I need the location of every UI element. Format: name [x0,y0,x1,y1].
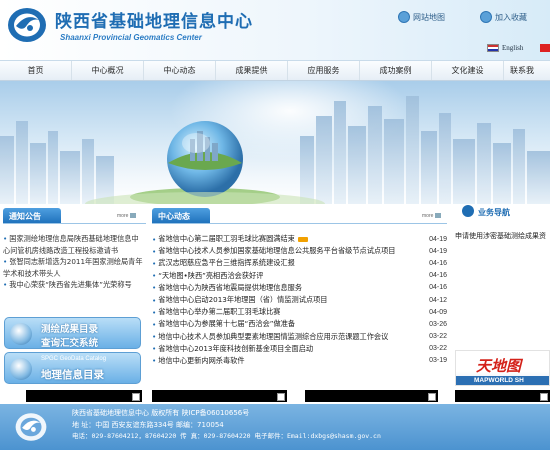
city-skyline-image [0,81,550,204]
news-item[interactable]: • 省地信中心举办第二届职工羽毛球比赛 04-09 [152,306,447,318]
news-item[interactable]: • 省地信中心为陕西省地震局提供地理信息服务 04-16 [152,282,447,294]
cn-flag-icon[interactable] [540,44,550,52]
home-icon [398,11,410,23]
new-badge-icon [297,236,308,242]
mapworld-banner[interactable]: 天地图 MAPWORLD SH [455,350,550,386]
link-select-2[interactable] [152,390,287,402]
list-item[interactable]: 心问管机房线路改造工程投标邀请书 [3,245,146,257]
footer-copyright: 陕西省基础地理信息中心 版权所有 陕ICP备06010656号 [72,409,250,417]
nav-about[interactable]: 中心概况 [72,61,144,80]
center-logo-icon[interactable] [6,6,48,44]
nav-news[interactable]: 中心动态 [144,61,216,80]
site-header: 陕西省基础地理信息中心 Shaanxi Provincial Geomatics… [0,0,550,60]
footer-logo-icon [15,413,47,441]
news-header: 中心动态 [152,208,210,224]
info-icon [462,205,474,217]
news-more-link[interactable]: more [422,213,441,219]
news-item[interactable]: • 省地信中心2013年度科技创新基金项目全面启动 03-22 [152,343,447,355]
notice-list: • 国家测绘地理信息局陕西基础地理信息中 心问管机房线路改造工程投标邀请书 • 张智… [3,233,146,291]
news-item[interactable]: • “天地图•陕西”亮相西洽会获好评 04-16 [152,270,447,282]
geodata-catalog-button[interactable]: SPGC GeoData Catalog 地理信息目录 [4,352,141,384]
guide-link[interactable]: 申请使用涉密基础测绘成果资 [455,231,546,241]
list-item[interactable]: • 我中心荣获“陕西省先进集体”光荣称号 [3,279,146,291]
english-link[interactable]: English [487,44,523,52]
footer-address: 地 址：中国 西安友谊东路334号 邮编：710054 [72,420,224,429]
site-subtitle-en: Shaanxi Provincial Geomatics Center [60,33,202,42]
nav-contact[interactable]: 联系我 [504,61,550,80]
news-item[interactable]: • 省地信中心为参展第十七届“西洽会”做准备 03-26 [152,318,447,330]
globe-icon [10,358,32,380]
list-item[interactable]: 学术和技术带头人 [3,268,146,280]
nav-services[interactable]: 应用服务 [288,61,360,80]
link-select-1[interactable] [26,390,142,402]
news-item[interactable]: • 省地信中心技术人员参加国家基础地理信息公共服务平台省级节点试点项目 04-19 [152,245,447,257]
sitemap-link[interactable]: 网站地图 [398,11,445,23]
business-guide-title: 业务导航 [478,208,510,217]
list-item[interactable]: • 张智同志新增选为2011年国家测绘局青年 [3,256,146,268]
link-select-4[interactable] [455,390,550,402]
list-item[interactable]: • 国家测绘地理信息局陕西基础地理信息中 [3,233,146,245]
globe-icon [10,323,32,345]
news-item[interactable]: • 武汉志昭慈应急平台三维指挥系统建设汇报 04-16 [152,257,447,269]
uk-flag-icon [487,44,499,52]
results-catalog-button[interactable]: 测绘成果目录 查询汇交系统 [4,317,141,349]
hero-banner [0,81,550,204]
star-icon [480,11,492,23]
notice-more-link[interactable]: more [117,213,136,219]
nav-home[interactable]: 首页 [0,61,72,80]
link-select-3[interactable] [305,390,438,402]
footer-info: 陕西省基础地理信息中心 版权所有 陕ICP备06010656号 地 址：中国 西… [72,408,381,443]
nav-culture[interactable]: 文化建设 [432,61,504,80]
news-list: • 省地信中心第二届职工羽毛球比赛圆满结束 04-19 • 省地信中心技术人员参加国家… [152,233,447,367]
add-favorite-link[interactable]: 加入收藏 [480,11,527,23]
nav-products[interactable]: 成果提供 [216,61,288,80]
news-divider [152,223,447,224]
news-item[interactable]: • 地信中心更新内网杀毒软件 03-19 [152,355,447,367]
nav-cases[interactable]: 成功案例 [360,61,432,80]
notice-header: 通知公告 [3,208,61,224]
news-item[interactable]: • 省地信中心第二届职工羽毛球比赛圆满结束 04-19 [152,233,447,245]
site-footer: 陕西省基础地理信息中心 版权所有 陕ICP备06010656号 地 址：中国 西… [0,404,550,450]
site-title: 陕西省基础地理信息中心 [55,12,253,32]
footer-contact: 电话：029-87604212，87604220 传 真：029-8760422… [72,432,381,440]
notice-divider [3,223,146,224]
news-item[interactable]: • 地信中心技术人员参加典型要素地理国情监测综合应用示范课题工作会议 03-22 [152,331,447,343]
news-item[interactable]: • 省地信中心启动2013年地理国（省）情监测试点项目 04-12 [152,294,447,306]
main-nav: 首页 中心概况 中心动态 成果提供 应用服务 成功案例 文化建设 联系我 [0,60,550,81]
